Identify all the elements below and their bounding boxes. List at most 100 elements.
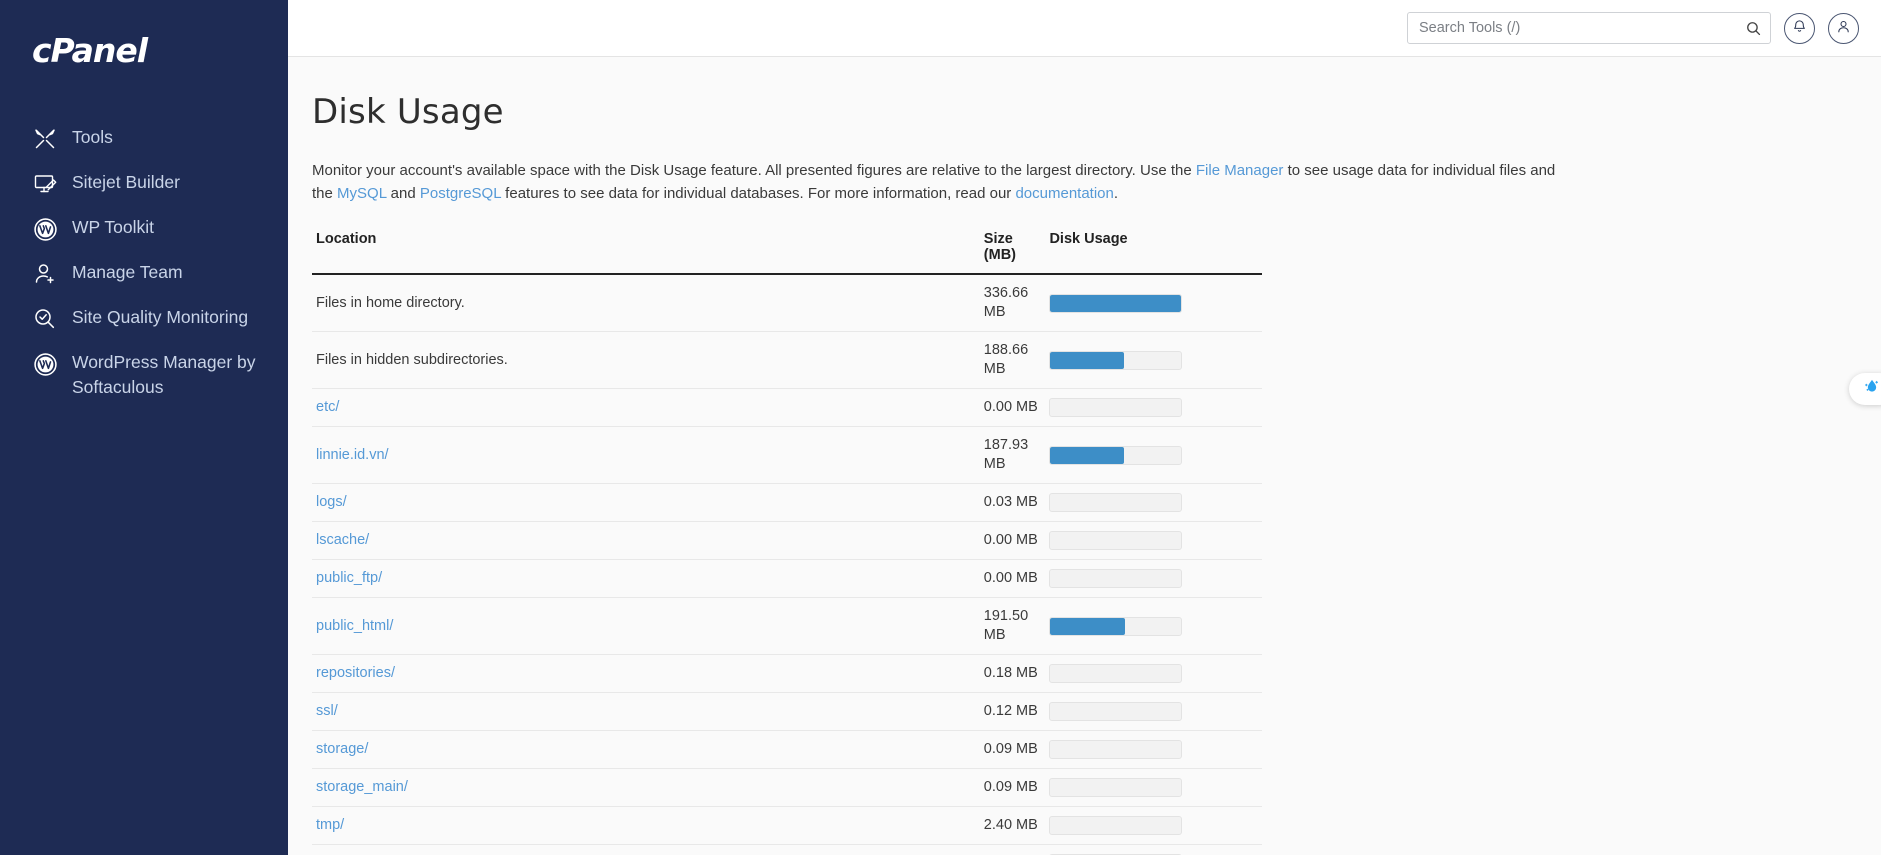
cell-disk-usage: [1045, 844, 1262, 855]
cell-location: Files in hidden subdirectories.: [312, 331, 980, 389]
usage-bar-track: [1049, 531, 1183, 550]
cell-location: linnie.id.vn/: [312, 426, 980, 484]
location-link[interactable]: etc/: [316, 399, 339, 415]
notifications-button[interactable]: [1784, 12, 1815, 44]
cell-disk-usage: [1045, 521, 1262, 560]
cell-location: Files in home directory.: [312, 274, 980, 332]
usage-bar-track: [1049, 778, 1183, 797]
cell-location: MySQL: [312, 844, 980, 855]
sitejet-builder-icon: [30, 171, 60, 197]
cpanel-logo[interactable]: cPanel: [32, 34, 288, 74]
cell-size: 0.00 MB: [979, 521, 1046, 560]
location-link[interactable]: public_html/: [316, 618, 393, 634]
cell-size: 191.50 MB: [979, 597, 1046, 655]
cell-size: 0.00 MB: [979, 559, 1046, 598]
description-part-4: features to see data for individual data…: [501, 185, 1016, 202]
location-link[interactable]: lscache/: [316, 532, 369, 548]
app-root: cPanel Tools Sitejet Builder WP Toolkit …: [0, 0, 1881, 855]
usage-bar-fill: [1050, 617, 1125, 635]
page-content: Disk Usage Monitor your account's availa…: [288, 57, 1881, 855]
column-header-disk-usage: Disk Usage: [1045, 223, 1262, 275]
sidebar-item-sitejet-builder[interactable]: Sitejet Builder: [0, 161, 288, 206]
sidebar-item-site-quality-monitoring[interactable]: Site Quality Monitoring: [0, 296, 288, 341]
cell-location: etc/: [312, 388, 980, 427]
location-link[interactable]: repositories/: [316, 665, 395, 681]
sidebar-item-label: WordPress Manager by Softaculous: [72, 352, 256, 397]
main-area: Disk Usage Monitor your account's availa…: [288, 0, 1881, 855]
cell-location: lscache/: [312, 521, 980, 560]
cell-disk-usage: [1045, 388, 1262, 427]
postgresql-link[interactable]: PostgreSQL: [420, 185, 501, 202]
cell-size: 0.09 MB: [979, 768, 1046, 807]
cell-disk-usage: [1045, 654, 1262, 693]
float-widget-button[interactable]: [1849, 373, 1881, 405]
usage-bar-track: [1049, 740, 1183, 759]
file-manager-link[interactable]: File Manager: [1196, 162, 1284, 179]
table-head: Location Size (MB) Disk Usage: [312, 223, 1262, 275]
table-header-row: Location Size (MB) Disk Usage: [312, 223, 1262, 275]
sidebar-item-label: Site Quality Monitoring: [72, 307, 249, 327]
sidebar-item-wordpress-manager[interactable]: WordPress Manager by Softaculous: [0, 341, 288, 409]
table-row: MySQL8.64 MB: [312, 844, 1262, 855]
search-container: [1407, 12, 1771, 44]
mysql-link[interactable]: MySQL: [337, 185, 386, 202]
cell-location: ssl/: [312, 692, 980, 731]
sidebar-item-label: WP Toolkit: [72, 217, 155, 237]
usage-bar-track: [1049, 569, 1183, 588]
usage-bar-track: [1049, 816, 1183, 835]
topbar: [288, 0, 1881, 57]
location-link[interactable]: tmp/: [316, 817, 344, 833]
sidebar-item-tools[interactable]: Tools: [0, 116, 288, 161]
search-icon[interactable]: [1743, 18, 1763, 38]
location-link[interactable]: logs/: [316, 494, 347, 510]
tools-icon: [30, 126, 60, 152]
table-row: Files in home directory. 336.66 MB: [312, 274, 1262, 332]
location-link[interactable]: linnie.id.vn/: [316, 447, 389, 463]
search-input[interactable]: [1407, 12, 1771, 44]
cell-disk-usage: [1045, 806, 1262, 845]
documentation-link[interactable]: documentation: [1015, 185, 1113, 202]
location-text: Files in hidden subdirectories.: [316, 351, 508, 368]
usage-bar-track: [1049, 664, 1183, 683]
cell-location: public_ftp/: [312, 559, 980, 598]
cell-disk-usage: [1045, 559, 1262, 598]
wordpress-icon: [30, 216, 60, 242]
table-row: linnie.id.vn/187.93 MB: [312, 426, 1262, 484]
cell-disk-usage: [1045, 692, 1262, 731]
location-text: Files in home directory.: [316, 294, 465, 311]
table-row: public_ftp/0.00 MB: [312, 559, 1262, 598]
table-row: etc/0.00 MB: [312, 388, 1262, 427]
sidebar-item-wp-toolkit[interactable]: WP Toolkit: [0, 206, 288, 251]
column-header-location: Location: [312, 223, 980, 275]
cell-disk-usage: [1045, 768, 1262, 807]
location-link[interactable]: storage/: [316, 741, 368, 757]
location-link[interactable]: storage_main/: [316, 779, 408, 795]
site-quality-icon: [30, 306, 60, 332]
usage-bar-fill: [1050, 351, 1124, 369]
usage-bar-track: [1049, 445, 1183, 465]
usage-bar-fill: [1050, 446, 1124, 464]
sidebar-item-label: Sitejet Builder: [72, 172, 180, 192]
cell-disk-usage: [1045, 426, 1262, 484]
cell-disk-usage: [1045, 730, 1262, 769]
account-button[interactable]: [1828, 12, 1859, 44]
cell-size: 0.00 MB: [979, 388, 1046, 427]
cell-size: 0.12 MB: [979, 692, 1046, 731]
cell-size: 0.03 MB: [979, 483, 1046, 522]
table-body: Files in home directory. 336.66 MB Files i…: [312, 274, 1262, 855]
page-title: Disk Usage: [312, 92, 504, 132]
cell-size: 187.93 MB: [979, 426, 1046, 484]
cell-size: 0.09 MB: [979, 730, 1046, 769]
table-row: public_html/191.50 MB: [312, 597, 1262, 655]
table-row: repositories/0.18 MB: [312, 654, 1262, 693]
cell-location: tmp/: [312, 806, 980, 845]
cell-size: 2.40 MB: [979, 806, 1046, 845]
cell-location: repositories/: [312, 654, 980, 693]
cell-size: 0.18 MB: [979, 654, 1046, 693]
column-header-size: Size (MB): [979, 223, 1046, 275]
location-link[interactable]: public_ftp/: [316, 570, 382, 586]
sidebar-item-manage-team[interactable]: Manage Team: [0, 251, 288, 296]
water-drop-icon: [1862, 377, 1881, 402]
description-part-3: and: [386, 185, 420, 202]
location-link[interactable]: ssl/: [316, 703, 338, 719]
